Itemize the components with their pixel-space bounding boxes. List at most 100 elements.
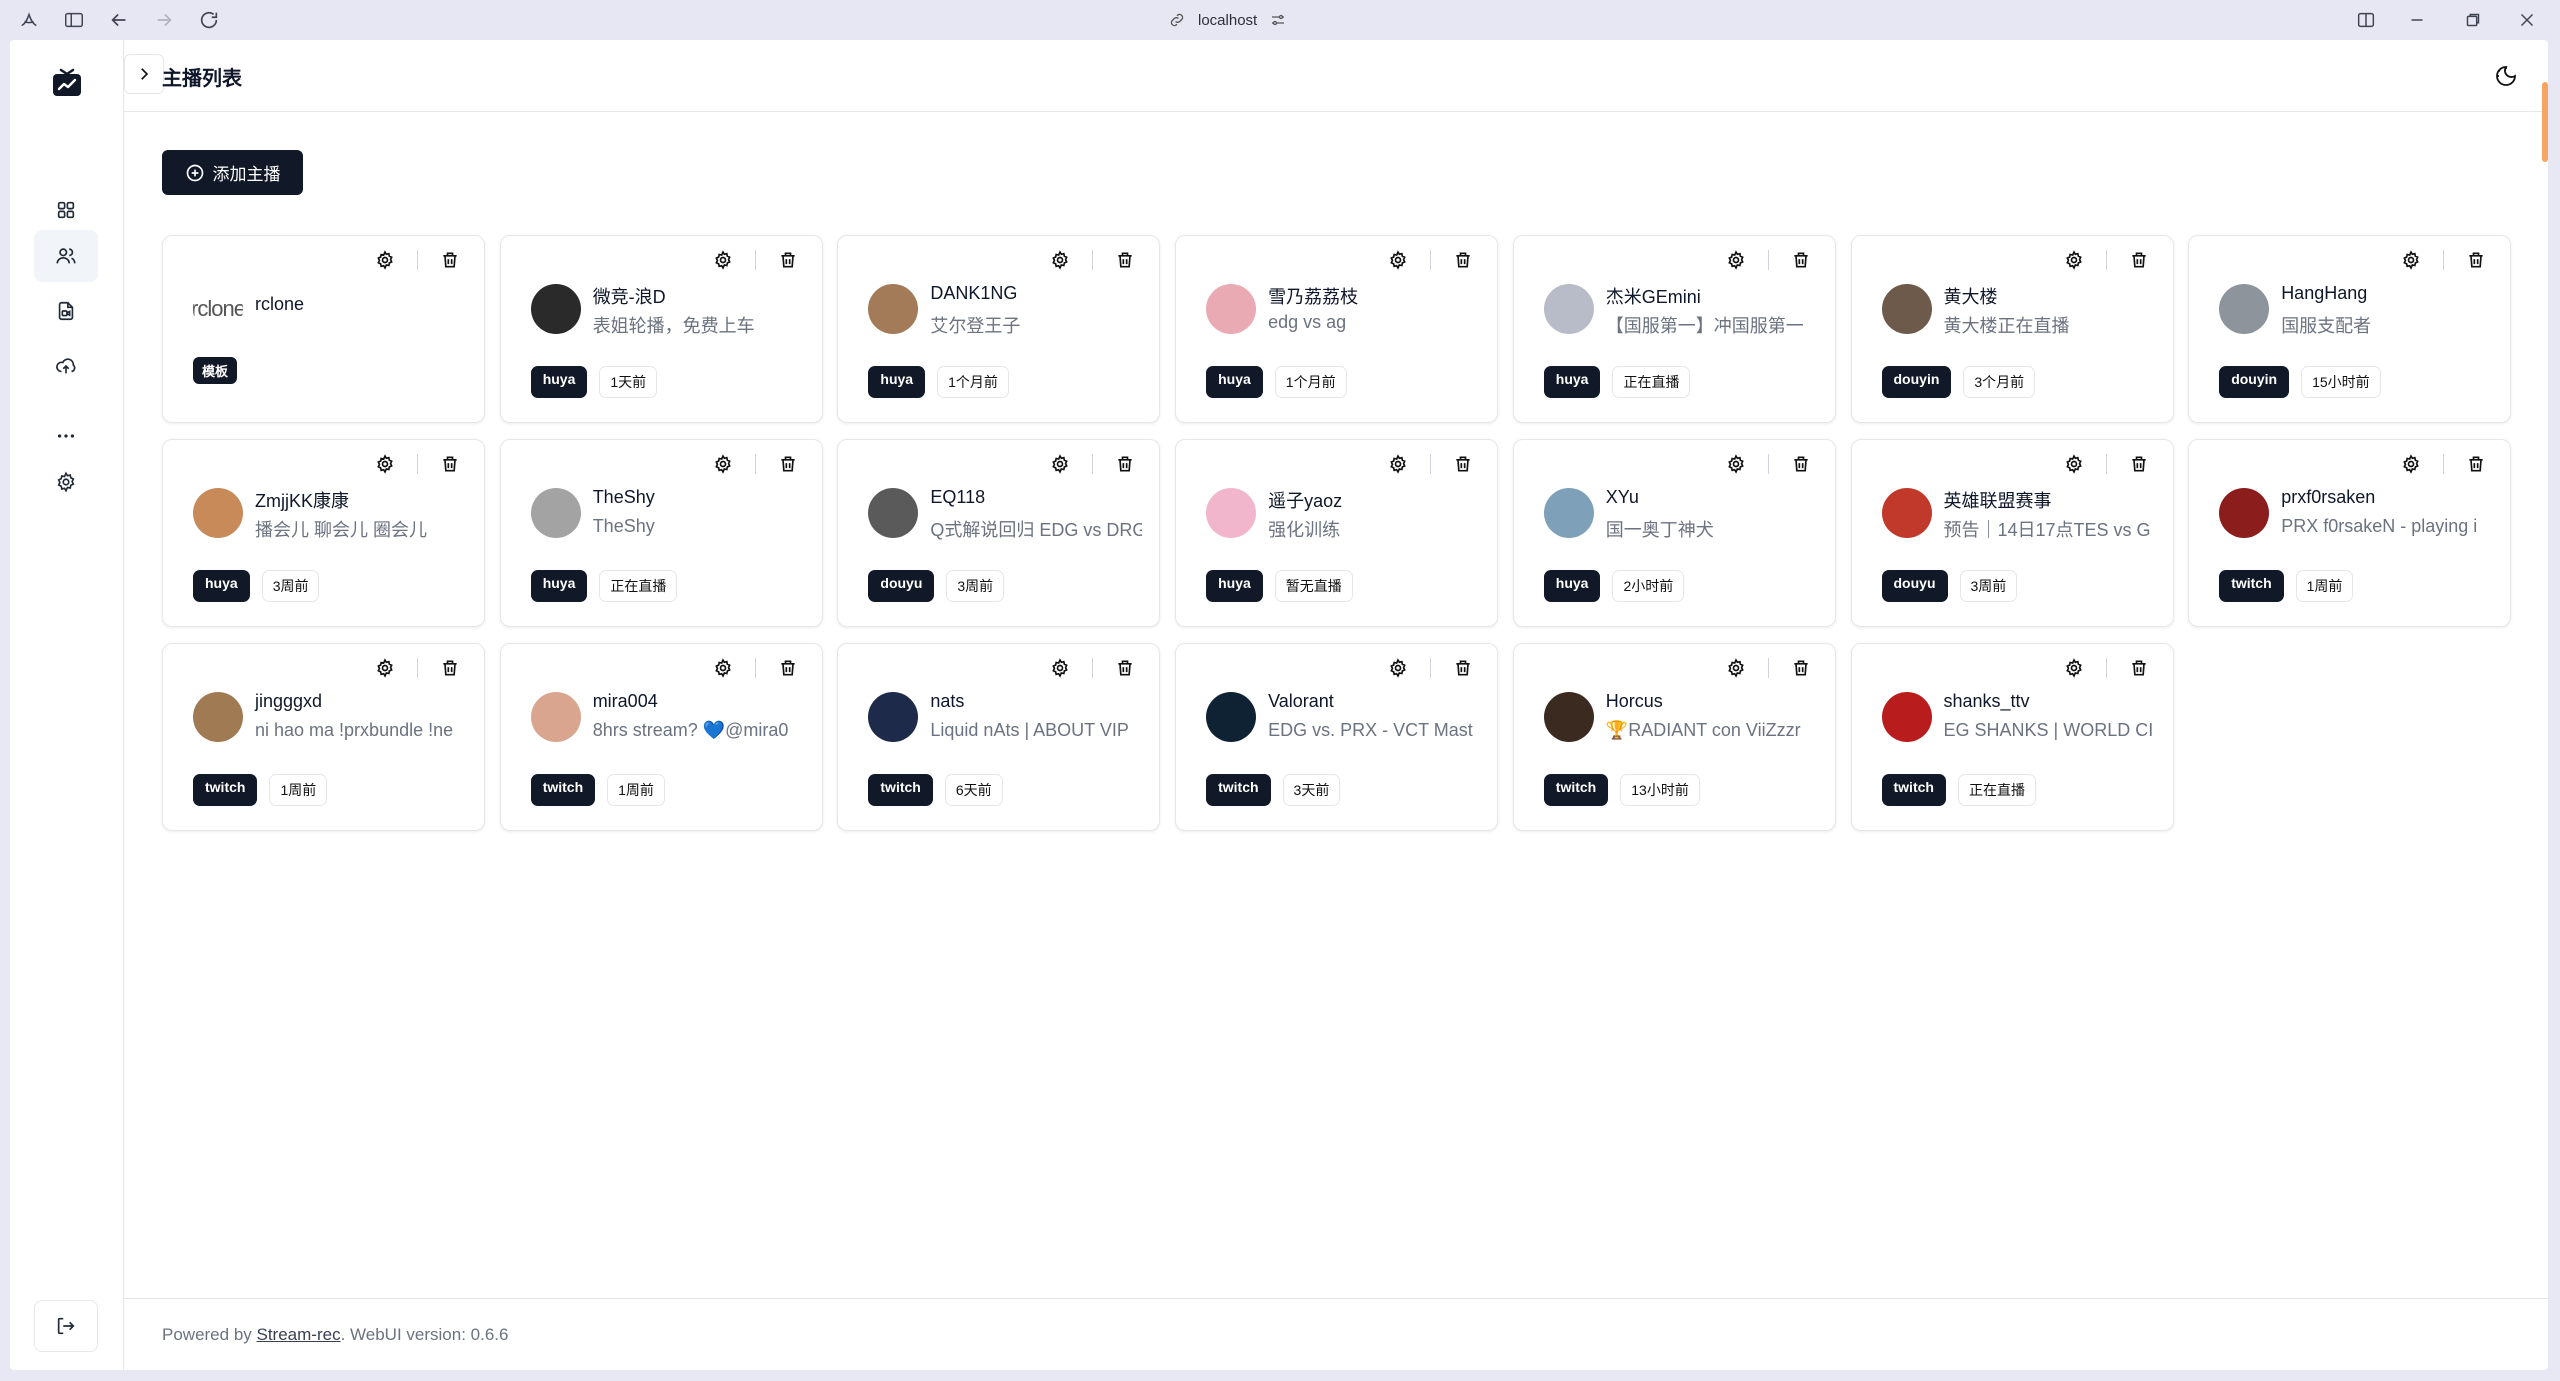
settings-button[interactable] — [1724, 452, 1748, 476]
delete-button[interactable] — [1113, 452, 1137, 476]
forward-icon[interactable] — [153, 9, 175, 31]
back-icon[interactable] — [108, 9, 130, 31]
page-title: 主播列表 — [162, 68, 242, 90]
settings-button[interactable] — [711, 452, 735, 476]
nav-settings[interactable] — [34, 456, 98, 508]
streamer-card[interactable]: 英雄联盟赛事 预告｜14日17点TES vs G douyu 3周前 — [1850, 439, 2174, 627]
streamer-card[interactable]: 杰米GEmini 【国服第一】冲国服第一 huya 正在直播 — [1512, 235, 1836, 423]
streamer-card[interactable]: EQ118 Q式解说回归 EDG vs DRG douyu 3周前 — [837, 439, 1161, 627]
last-live-badge: 3周前 — [261, 570, 320, 602]
delete-button[interactable] — [776, 248, 800, 272]
settings-button[interactable] — [2399, 248, 2423, 272]
close-icon[interactable] — [2516, 9, 2538, 31]
streamer-card[interactable]: mira004 8hrs stream? 💙@mira0 twitch 1周前 — [499, 643, 823, 831]
delete-button[interactable] — [1113, 656, 1137, 680]
expand-sidebar-button[interactable] — [124, 54, 164, 94]
delete-button[interactable] — [1789, 452, 1813, 476]
streamer-card[interactable]: prxf0rsaken PRX f0rsakeN - playing i twitc… — [2188, 439, 2512, 627]
delete-button[interactable] — [2464, 248, 2488, 272]
settings-button[interactable] — [2062, 248, 2086, 272]
settings-button[interactable] — [1386, 656, 1410, 680]
streamer-card[interactable]: 雪乃荔荔枝 edg vs ag huya 1个月前 — [1175, 235, 1499, 423]
nav-dashboard[interactable] — [34, 184, 98, 236]
settings-button[interactable] — [1048, 656, 1072, 680]
streamer-description: 艾尔登王子 — [930, 316, 1021, 336]
address-bar[interactable]: localhost — [1168, 8, 1287, 32]
sidebar-toggle-icon[interactable] — [63, 9, 85, 31]
settings-button[interactable] — [1386, 248, 1410, 272]
trash-icon — [781, 456, 795, 472]
delete-button[interactable] — [1451, 452, 1475, 476]
browser-menu-icon[interactable] — [18, 9, 40, 31]
settings-button[interactable] — [373, 452, 397, 476]
last-live-badge: 15小时前 — [2301, 366, 2381, 398]
delete-button[interactable] — [438, 656, 462, 680]
nav-files[interactable] — [34, 285, 98, 337]
streamer-card[interactable]: 黄大楼 黄大楼正在直播 douyin 3个月前 — [1850, 235, 2174, 423]
settings-button[interactable] — [1048, 452, 1072, 476]
delete-button[interactable] — [438, 248, 462, 272]
streamer-card[interactable]: DANK1NG 艾尔登王子 huya 1个月前 — [837, 235, 1161, 423]
delete-button[interactable] — [1451, 248, 1475, 272]
reload-icon[interactable] — [198, 9, 220, 31]
streamer-description: 国服支配者 — [2281, 316, 2372, 336]
streamer-card[interactable]: shanks_ttv EG SHANKS | WORLD CI twitch 正在直播 — [1850, 643, 2174, 831]
streamer-card[interactable]: HangHang 国服支配者 douyin 15小时前 — [2188, 235, 2512, 423]
delete-button[interactable] — [2127, 656, 2151, 680]
delete-button[interactable] — [2127, 452, 2151, 476]
scrollbar-thumb[interactable] — [2542, 82, 2548, 162]
streamer-card[interactable]: 微竞-浪D 表姐轮播，免费上车 huya 1天前 — [499, 235, 823, 423]
settings-button[interactable] — [373, 248, 397, 272]
avatar — [868, 284, 919, 334]
settings-button[interactable] — [373, 656, 397, 680]
streamer-card[interactable]: XYu 国一奥丁神犬 huya 2小时前 — [1512, 439, 1836, 627]
streamer-card[interactable]: Horcus 🏆RADIANT con ViiZzzr twitch 13小时前 — [1512, 643, 1836, 831]
delete-button[interactable] — [1789, 248, 1813, 272]
settings-button[interactable] — [1724, 248, 1748, 272]
avatar — [530, 692, 581, 742]
platform-badge: huya — [1543, 366, 1601, 398]
trash-icon — [1794, 252, 1808, 268]
stream-rec-link[interactable]: Stream-rec — [257, 1325, 341, 1344]
settings-button[interactable] — [2062, 656, 2086, 680]
streamer-card[interactable]: ZmjjKK康康 播会儿 聊会儿 圈会儿 huya 3周前 — [162, 439, 485, 627]
settings-button[interactable] — [711, 656, 735, 680]
streamer-card[interactable]: jingggxd ni hao ma !prxbundle !ne twitch 1周… — [162, 643, 485, 831]
streamer-card[interactable]: nats Liquid nAts | ABOUT VIP twitch 6天前 — [837, 643, 1161, 831]
split-view-icon[interactable] — [2355, 9, 2377, 31]
avatar — [1543, 488, 1594, 538]
nav-streamers[interactable] — [34, 230, 98, 282]
settings-button[interactable] — [1048, 248, 1072, 272]
streamer-card[interactable]: TheShy TheShy huya 正在直播 — [499, 439, 823, 627]
nav-upload[interactable] — [34, 340, 98, 392]
delete-button[interactable] — [438, 452, 462, 476]
streamer-card[interactable]: 遥子yaoz 强化训练 huya 暂无直播 — [1175, 439, 1499, 627]
delete-button[interactable] — [1113, 248, 1137, 272]
settings-button[interactable] — [1386, 452, 1410, 476]
avatar — [193, 692, 243, 742]
more-dots-icon — [57, 434, 75, 438]
tv-logo-icon[interactable] — [49, 66, 85, 102]
streamer-name: mira004 — [592, 691, 658, 711]
settings-button[interactable] — [2062, 452, 2086, 476]
settings-button[interactable] — [2399, 452, 2423, 476]
theme-toggle-button[interactable] — [2486, 56, 2526, 96]
maximize-icon[interactable] — [2462, 9, 2484, 31]
add-streamer-button[interactable]: 添加主播 — [162, 150, 303, 195]
site-settings-icon[interactable] — [1269, 11, 1287, 29]
delete-button[interactable] — [2464, 452, 2488, 476]
trash-icon — [781, 252, 795, 268]
template-card[interactable]: rclone rclone 模板 — [162, 235, 485, 423]
nav-more[interactable] — [34, 410, 98, 462]
streamer-card[interactable]: Valorant EDG vs. PRX - VCT Mast twitch 3天前 — [1175, 643, 1499, 831]
delete-button[interactable] — [1451, 656, 1475, 680]
delete-button[interactable] — [776, 452, 800, 476]
delete-button[interactable] — [776, 656, 800, 680]
minimize-icon[interactable] — [2406, 9, 2428, 31]
logout-button[interactable] — [34, 1300, 98, 1352]
sidebar — [10, 40, 124, 1370]
settings-button[interactable] — [711, 248, 735, 272]
delete-button[interactable] — [2127, 248, 2151, 272]
delete-button[interactable] — [1789, 656, 1813, 680]
settings-button[interactable] — [1724, 656, 1748, 680]
